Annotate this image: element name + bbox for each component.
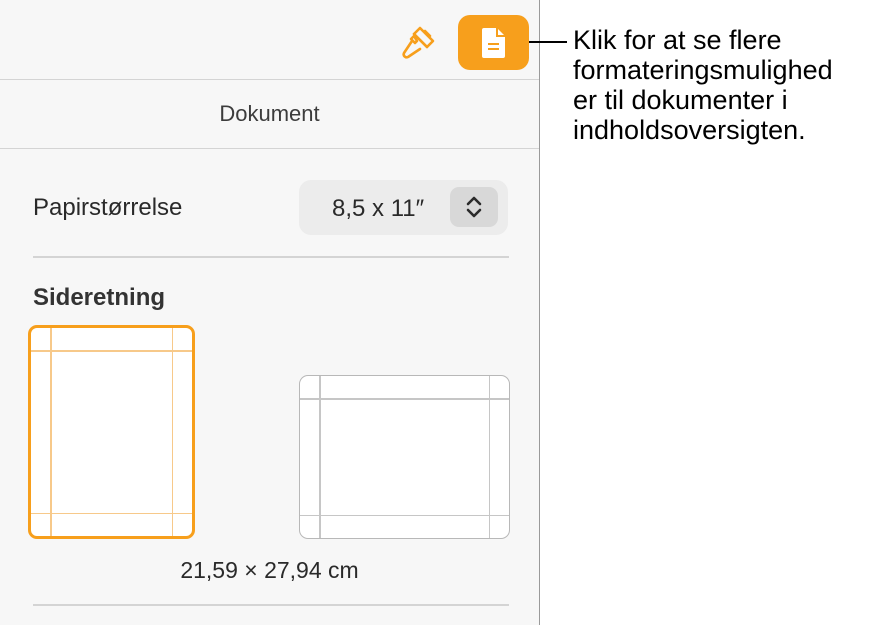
margin-guide: [171, 328, 173, 536]
callout-leader-line: [529, 41, 567, 43]
margin-guide: [50, 328, 52, 536]
orientation-heading: Sideretning: [33, 284, 166, 311]
callout-line: formateringsmulighed: [573, 55, 833, 85]
paintbrush-icon: [402, 26, 435, 59]
document-icon: [481, 27, 505, 58]
margin-guide: [31, 350, 192, 352]
document-button[interactable]: [458, 15, 529, 70]
callout-line: er til dokumenter i: [573, 85, 788, 115]
landscape-orientation-option[interactable]: [299, 375, 510, 539]
paper-size-select[interactable]: 8,5 x 11″: [299, 180, 508, 235]
callout-text: Klik for at se flere formateringsmulighe…: [573, 25, 868, 145]
portrait-orientation-option[interactable]: [28, 325, 195, 539]
divider: [33, 256, 509, 258]
margin-guide: [31, 512, 192, 514]
margin-guide: [300, 398, 509, 400]
page-dimensions: 21,59 × 27,94 cm: [180, 557, 359, 583]
paper-size-value: 8,5 x 11″: [332, 195, 425, 222]
stepper-icon[interactable]: [450, 187, 498, 227]
section-header: Dokument: [0, 80, 539, 149]
document-inspector-panel: Dokument Papirstørrelse 8,5 x 11″ Sidere…: [0, 0, 540, 625]
divider: [33, 604, 509, 606]
section-title-dokument: Dokument: [219, 101, 320, 126]
inspector-toolbar: [0, 0, 539, 80]
format-button[interactable]: [398, 22, 440, 64]
margin-guide: [300, 514, 509, 516]
callout-line: indholdsoversigten.: [573, 115, 806, 145]
callout-line: Klik for at se flere: [573, 25, 782, 55]
paper-size-label: Papirstørrelse: [33, 194, 183, 221]
